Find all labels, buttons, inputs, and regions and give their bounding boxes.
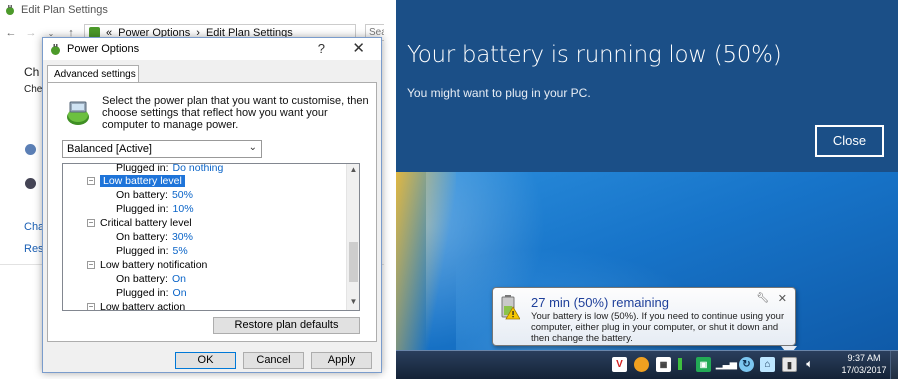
back-arrow-icon[interactable]: ←	[4, 27, 18, 39]
setting-row[interactable]: Plugged in: 5%	[116, 244, 188, 258]
ok-button[interactable]: OK	[175, 352, 236, 369]
settings-tree[interactable]: Plugged in: Do nothing − Low battery level O…	[62, 163, 360, 311]
toast-title: Your battery is running low (50%)	[407, 42, 782, 68]
cancel-button[interactable]: Cancel	[243, 352, 304, 369]
setting-value-link[interactable]: On	[172, 273, 186, 285]
battery-tray-icon[interactable]: ▮	[782, 357, 797, 372]
chevron-down-icon: ⌄	[248, 142, 257, 153]
taskbar: V ▦ ▣ ▁▃▅ ↻ ⌂ ▮ 🔈︎ 9:37 AM 17/03/2017	[396, 350, 898, 379]
setting-label: Plugged in:	[116, 287, 169, 299]
signal-strength-icon[interactable]: ▁▃▅	[716, 357, 737, 372]
toast-close-button[interactable]: Close	[815, 125, 884, 157]
setting-row[interactable]: Plugged in: 10%	[116, 202, 194, 216]
power-options-icon	[51, 43, 60, 55]
window-title-bar: Edit Plan Settings	[4, 2, 108, 18]
subheading-fragment: Che	[24, 84, 43, 95]
help-button[interactable]: ?	[318, 41, 325, 56]
setting-label: On battery:	[116, 231, 168, 243]
scroll-down-icon[interactable]: ▼	[347, 297, 359, 309]
setting-row[interactable]: On battery: 30%	[116, 230, 193, 244]
collapse-icon[interactable]: −	[87, 261, 95, 269]
show-desktop-button[interactable]	[890, 351, 898, 379]
scroll-up-icon[interactable]: ▲	[347, 165, 359, 177]
clock-date: 17/03/2017	[841, 365, 887, 375]
orange-tray-icon[interactable]	[634, 357, 649, 372]
volume-muted-icon[interactable]: 🔈︎	[802, 357, 817, 372]
selected-plan: Balanced [Active]	[67, 143, 152, 155]
balloon-title: 27 min (50%) remaining	[531, 295, 670, 310]
setting-value-link[interactable]: 30%	[172, 231, 193, 243]
setting-row[interactable]: Plugged in: On	[116, 286, 187, 300]
setting-row[interactable]: On battery: On	[116, 272, 186, 286]
edit-plan-settings-window: Edit Plan Settings ← → ⌄ ↑ « Power Optio…	[0, 0, 384, 379]
app-tray-icon[interactable]: ▦	[656, 357, 671, 372]
collapse-icon[interactable]: −	[87, 303, 95, 310]
setting-value-link[interactable]: 5%	[173, 245, 188, 257]
battery-notifications-panel: Your battery is running low (50%) You mi…	[396, 0, 898, 379]
setting-group[interactable]: − Critical battery level	[87, 216, 192, 230]
setting-label: Low battery level	[100, 175, 185, 187]
antivirus-tray-icon[interactable]: V	[612, 357, 627, 372]
balloon-message: Your battery is low (50%). If you need t…	[531, 311, 785, 344]
sync-tray-icon[interactable]: ↻	[739, 357, 754, 372]
collapse-icon[interactable]: −	[87, 177, 95, 185]
dialog-title: Power Options	[67, 43, 140, 55]
setting-group[interactable]: − Low battery notification	[87, 258, 207, 272]
setting-value-link[interactable]: 50%	[172, 189, 193, 201]
heading-fragment: Ch	[24, 65, 40, 79]
restore-link-fragment[interactable]: Res	[24, 243, 44, 255]
apply-button[interactable]: Apply	[311, 352, 372, 369]
power-plug-icon	[6, 5, 14, 15]
clock-time: 9:37 AM	[847, 353, 881, 363]
power-plan-icon	[25, 144, 36, 155]
battery-warning-icon	[501, 295, 520, 320]
setting-label: Critical battery level	[100, 217, 192, 229]
power-options-dialog: Power Options ? ✕ Advanced settings Sele…	[42, 37, 382, 373]
restore-plan-defaults-button[interactable]: Restore plan defaults	[213, 317, 360, 334]
setting-label: On battery:	[116, 189, 168, 201]
setting-value-link[interactable]: Do nothing	[173, 164, 224, 174]
dialog-description: Select the power plan that you want to c…	[102, 95, 369, 131]
options-wrench-icon[interactable]: 🔧︎	[756, 293, 769, 304]
setting-value-link[interactable]: On	[173, 287, 187, 299]
tab-advanced-settings[interactable]: Advanced settings	[47, 65, 139, 83]
setting-label: On battery:	[116, 273, 168, 285]
scroll-thumb[interactable]	[349, 242, 358, 282]
setting-label: Plugged in:	[116, 245, 169, 257]
window-title: Edit Plan Settings	[21, 4, 108, 16]
power-plan-select[interactable]: Balanced [Active] ⌄	[62, 140, 262, 158]
setting-label: Plugged in:	[116, 163, 169, 174]
network-tray-icon[interactable]: ⌂	[760, 357, 775, 372]
dialog-title-bar: Power Options	[43, 38, 381, 60]
setting-group[interactable]: − Low battery level	[87, 174, 185, 188]
toast-message: You might want to plug in your PC.	[407, 86, 591, 100]
balloon-close-icon[interactable]: ✕	[778, 292, 787, 305]
windows10-battery-toast: Your battery is running low (50%) You mi…	[396, 0, 898, 172]
setting-label: Low battery notification	[100, 259, 208, 271]
usb-device-icon[interactable]	[678, 358, 682, 370]
setting-label: Plugged in:	[116, 203, 169, 215]
setting-value-link[interactable]: 10%	[173, 203, 194, 215]
advanced-settings-panel: Select the power plan that you want to c…	[47, 82, 377, 342]
collapse-icon[interactable]: −	[87, 219, 95, 227]
sleep-icon	[25, 178, 36, 189]
forward-arrow-icon[interactable]: →	[24, 27, 38, 39]
setting-row[interactable]: On battery: 50%	[116, 188, 193, 202]
utility-tray-icon[interactable]: ▣	[696, 357, 711, 372]
setting-group[interactable]: − Low battery action	[87, 300, 186, 311]
taskbar-clock[interactable]: 9:37 AM 17/03/2017	[839, 352, 889, 376]
power-options-large-icon	[67, 101, 89, 125]
battery-balloon-notification[interactable]: 27 min (50%) remaining Your battery is l…	[492, 287, 797, 356]
setting-label: Low battery action	[100, 301, 186, 311]
tree-scrollbar[interactable]: ▲ ▼	[346, 164, 359, 310]
close-icon[interactable]: ✕	[352, 39, 365, 57]
